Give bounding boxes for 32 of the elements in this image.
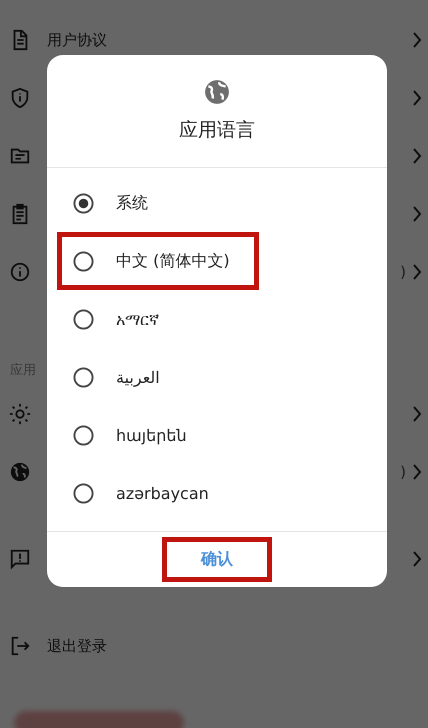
chevron-icon: [412, 205, 422, 223]
language-option[interactable]: azərbaycan: [57, 464, 238, 522]
logout-icon: [9, 635, 31, 657]
radio-button[interactable]: [73, 250, 94, 272]
chevron-icon: [412, 550, 422, 568]
radio-button[interactable]: [73, 482, 94, 504]
language-option[interactable]: 系统: [57, 174, 177, 232]
dialog-title: 应用语言: [179, 118, 255, 143]
language-option[interactable]: العربية: [57, 348, 189, 406]
shield-icon: [9, 87, 31, 109]
item-value: ): [400, 263, 406, 281]
item-value: ): [400, 463, 406, 481]
globe-icon: [9, 461, 31, 483]
radio-button[interactable]: [73, 424, 94, 446]
language-option[interactable]: 中文 (简体中文): [57, 232, 259, 290]
chevron-icon: [412, 31, 422, 49]
language-option[interactable]: አማርኛ: [57, 290, 188, 348]
chevron-icon: [412, 147, 422, 165]
language-option[interactable]: հայերեն: [57, 406, 216, 464]
chevron-icon: [412, 405, 422, 423]
radio-button[interactable]: [73, 308, 94, 330]
item-label: 用户协议: [47, 30, 107, 50]
chevron-icon: [412, 89, 422, 107]
radio-button[interactable]: [73, 366, 94, 388]
radio-button[interactable]: [73, 192, 94, 214]
feedback-icon: [9, 548, 31, 570]
chevron-icon: [412, 463, 422, 481]
info-icon: [9, 261, 31, 283]
item-label: 退出登录: [47, 636, 107, 656]
sun-icon: [9, 403, 31, 425]
chevron-icon: [412, 263, 422, 281]
globe-icon: [204, 79, 230, 105]
